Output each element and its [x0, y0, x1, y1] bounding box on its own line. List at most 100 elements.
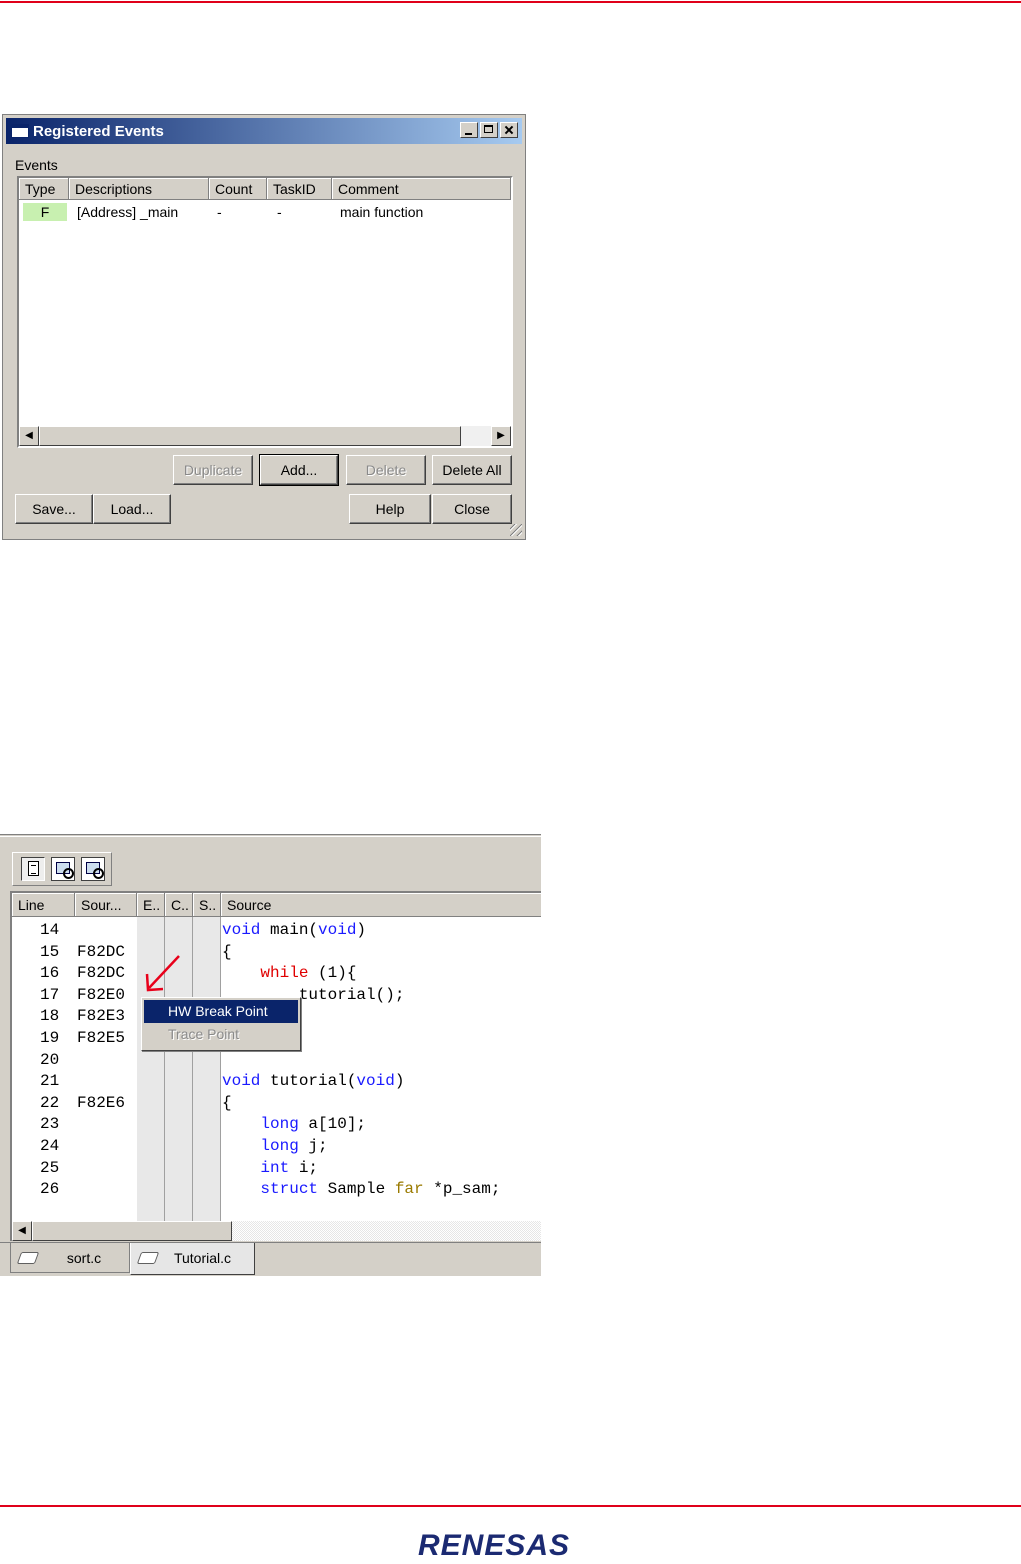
col-s-header[interactable]: S.. — [193, 893, 221, 917]
source-address: F82DC — [77, 942, 126, 961]
line-number: 18 — [40, 1007, 60, 1026]
event-description-cell: [Address] _main — [77, 204, 179, 220]
code-line[interactable]: 24 long j; — [12, 1136, 541, 1158]
scroll-left-icon[interactable]: ◀ — [12, 1221, 32, 1241]
event-count-cell: - — [217, 204, 222, 220]
line-number: 16 — [40, 964, 60, 983]
registered-events-dialog: Registered Events Events Type Descriptio… — [2, 114, 526, 540]
col-line-header[interactable]: Line — [12, 893, 75, 917]
col-count-header[interactable]: Count — [209, 178, 267, 200]
close-icon[interactable] — [500, 122, 518, 138]
code-line[interactable]: 23 long a[10]; — [12, 1114, 541, 1136]
col-type-header[interactable]: Type — [19, 178, 69, 200]
tab-label: sort.c — [66, 1250, 102, 1266]
close-button[interactable]: Close — [432, 494, 512, 524]
tab-label: Tutorial.c — [173, 1250, 232, 1266]
event-type-cell: F — [23, 203, 67, 221]
events-list[interactable]: Type Descriptions Count TaskID Comment F… — [17, 176, 513, 448]
editor-hscrollbar[interactable]: ◀ — [12, 1221, 541, 1241]
window-edge — [0, 834, 541, 837]
scroll-thumb[interactable] — [32, 1221, 232, 1241]
line-number: 23 — [40, 1115, 60, 1134]
events-label: Events — [15, 157, 58, 173]
source-code: struct Sample far *p_sam; — [260, 1180, 501, 1199]
footer-rule — [0, 1505, 1021, 1507]
source-address: F82E6 — [77, 1093, 126, 1112]
scroll-left-icon[interactable]: ◀ — [19, 426, 39, 446]
source-code: void main(void) — [222, 921, 367, 939]
code-line[interactable]: 22 F82E6 { — [12, 1093, 541, 1115]
delete-all-button[interactable]: Delete All — [432, 455, 512, 485]
scroll-thumb[interactable] — [39, 426, 461, 446]
save-button[interactable]: Save... — [15, 494, 93, 524]
add-button[interactable]: Add... — [259, 454, 339, 486]
line-number: 15 — [40, 942, 60, 961]
source-view-icon[interactable] — [21, 857, 45, 881]
source-editor[interactable]: Line Sour... E.. C.. S.. Source 14 void m… — [10, 891, 541, 1241]
minimize-icon[interactable] — [460, 122, 478, 138]
context-menu: HW Break Point Trace Point — [141, 997, 301, 1051]
source-code: int i; — [260, 1158, 319, 1177]
window-icon — [11, 124, 29, 138]
event-comment-cell: main function — [340, 204, 424, 220]
duplicate-button[interactable]: Duplicate — [173, 455, 253, 485]
col-event-header[interactable]: E.. — [137, 893, 165, 917]
file-tabs: sort.c Tutorial.c — [0, 1242, 541, 1276]
tab-tutorial-c[interactable]: Tutorial.c — [130, 1243, 255, 1275]
source-code: long j; — [260, 1137, 328, 1155]
code-line[interactable]: 16 F82DC while (1){ — [12, 963, 541, 985]
source-address: F82DC — [77, 964, 126, 983]
line-number: 19 — [40, 1029, 60, 1047]
source-code: void tutorial(void) — [222, 1072, 405, 1091]
resize-grip-icon[interactable] — [510, 524, 522, 536]
dialog-titlebar[interactable]: Registered Events — [6, 118, 522, 144]
source-code: while (1){ — [260, 964, 357, 983]
source-address: F82E0 — [77, 985, 126, 1004]
editor-toolbar — [12, 852, 112, 886]
col-source-header[interactable]: Source — [221, 893, 541, 917]
scroll-right-icon[interactable]: ▶ — [491, 426, 511, 446]
code-line[interactable]: 15 F82DC { — [12, 942, 541, 964]
line-number: 22 — [40, 1093, 60, 1112]
table-row[interactable]: F [Address] _main - - main function — [19, 202, 511, 222]
line-number: 25 — [40, 1158, 60, 1177]
logo-text: RENESAS — [418, 1529, 571, 1562]
menu-item-hw-break-point[interactable]: HW Break Point — [144, 1000, 298, 1023]
events-hscrollbar[interactable]: ◀ ▶ — [19, 426, 511, 446]
line-number: 21 — [40, 1072, 60, 1091]
mixed-view-icon[interactable] — [51, 857, 75, 881]
source-code: { — [222, 1093, 232, 1112]
line-number: 24 — [40, 1137, 60, 1155]
col-coverage-header[interactable]: C.. — [165, 893, 193, 917]
line-number: 20 — [40, 1050, 60, 1069]
dialog-title: Registered Events — [33, 123, 164, 140]
renesas-logo: RENESAS — [418, 1529, 604, 1563]
source-address: F82E3 — [77, 1007, 126, 1026]
source-code: long a[10]; — [260, 1115, 367, 1134]
code-line[interactable]: 25 int i; — [12, 1158, 541, 1180]
tab-sort-c[interactable]: sort.c — [10, 1243, 130, 1273]
menu-item-trace-point[interactable]: Trace Point — [144, 1023, 298, 1046]
source-address: F82E5 — [77, 1029, 126, 1047]
col-descriptions-header[interactable]: Descriptions — [69, 178, 209, 200]
col-taskid-header[interactable]: TaskID — [267, 178, 332, 200]
source-code: { — [222, 942, 232, 961]
line-number: 17 — [40, 985, 60, 1004]
event-taskid-cell: - — [277, 204, 282, 220]
source-editor-window: Line Sour... E.. C.. S.. Source 14 void m… — [0, 834, 541, 1276]
disassembly-view-icon[interactable] — [81, 857, 105, 881]
code-line[interactable]: 21 void tutorial(void) — [12, 1071, 541, 1093]
events-list-header: Type Descriptions Count TaskID Comment — [19, 178, 511, 200]
code-line[interactable]: 26 struct Sample far *p_sam; — [12, 1179, 541, 1201]
load-button[interactable]: Load... — [93, 494, 171, 524]
help-button[interactable]: Help — [349, 494, 431, 524]
code-line[interactable]: 20 — [12, 1050, 541, 1072]
line-number: 14 — [40, 921, 60, 939]
maximize-icon[interactable] — [480, 122, 498, 138]
line-number: 26 — [40, 1180, 60, 1199]
red-arrow-icon — [145, 955, 180, 992]
col-source-address-header[interactable]: Sour... — [75, 893, 137, 917]
delete-button[interactable]: Delete — [346, 455, 426, 485]
code-line[interactable]: 14 void main(void) — [12, 920, 541, 942]
col-comment-header[interactable]: Comment — [332, 178, 511, 200]
